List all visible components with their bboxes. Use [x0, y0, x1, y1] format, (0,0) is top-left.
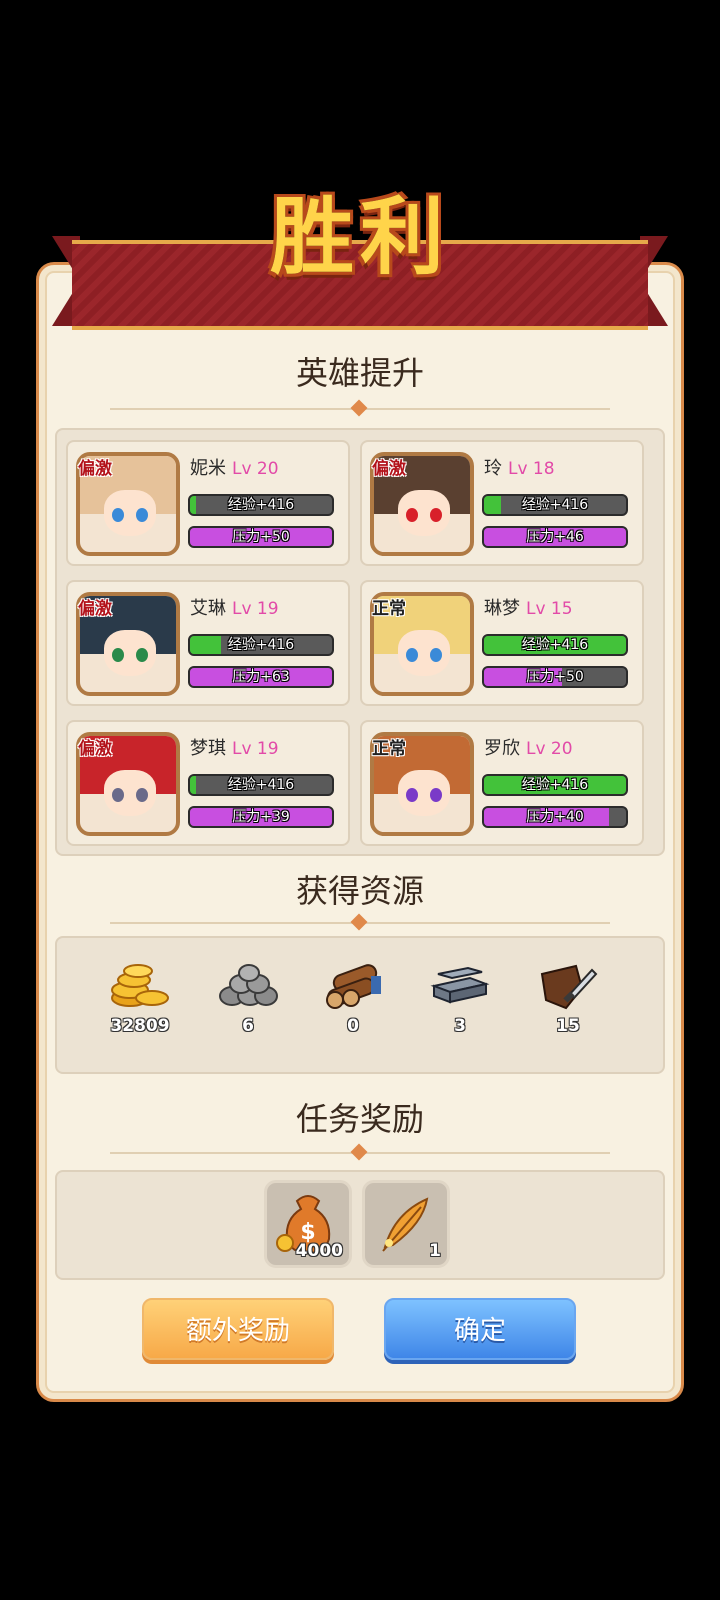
section-title-resources: 获得资源	[295, 872, 424, 910]
exp-bar: 经验+416	[482, 774, 628, 796]
hero-name: 琳梦	[484, 598, 520, 619]
hero-name: 玲	[484, 458, 502, 479]
extra-reward-button[interactable]: 额外奖励	[142, 1298, 334, 1360]
victory-title: 胜利	[269, 188, 450, 286]
hero-level: Lv 18	[508, 459, 555, 479]
hero-card[interactable]: 偏激 艾琳 Lv 19 经验+416 压力+63	[66, 580, 350, 706]
exp-bar: 经验+416	[188, 634, 334, 656]
hero-name: 罗欣	[484, 738, 520, 759]
hero-name-line: 琳梦 Lv 15	[484, 594, 573, 620]
hero-status-tag: 偏激	[78, 459, 112, 479]
hero-status-tag: 偏激	[372, 459, 406, 479]
stress-label: 压力+40	[526, 809, 584, 825]
exp-label: 经验+416	[521, 777, 589, 793]
mission-rewards-box	[55, 1170, 665, 1280]
hero-level: Lv 19	[232, 739, 279, 759]
reward-count: 4000	[295, 1241, 343, 1261]
section-title-heroes: 英雄提升	[295, 354, 424, 392]
resource-count: 15	[556, 1016, 580, 1036]
hero-eye	[136, 788, 148, 802]
hero-eye	[430, 508, 442, 522]
hero-name: 妮米	[190, 458, 226, 479]
hero-name: 梦琪	[190, 738, 226, 759]
exp-label: 经验+416	[227, 777, 295, 793]
hero-name: 艾琳	[190, 598, 226, 619]
confirm-button[interactable]: 确定	[384, 1298, 576, 1360]
hero-level: Lv 15	[526, 599, 573, 619]
resource-wood: 0	[313, 958, 393, 1036]
hero-name-line: 罗欣 Lv 20	[484, 734, 573, 760]
hero-eye	[136, 648, 148, 662]
stress-label: 压力+46	[526, 529, 584, 545]
hero-name-line: 梦琪 Lv 19	[190, 734, 279, 760]
stress-bar: 压力+46	[482, 526, 628, 548]
exp-label: 经验+416	[227, 637, 295, 653]
stress-label: 压力+50	[232, 529, 290, 545]
hero-status-tag: 偏激	[78, 599, 112, 619]
divider	[110, 399, 610, 417]
divider	[110, 1143, 610, 1161]
resource-leather: 15	[528, 958, 608, 1036]
resource-count: 6	[242, 1016, 254, 1036]
hero-status-tag: 正常	[372, 739, 406, 759]
hero-eye	[112, 648, 124, 662]
exp-bar: 经验+416	[188, 774, 334, 796]
section-title-missions: 任务奖励	[295, 1100, 424, 1138]
stress-label: 压力+63	[232, 669, 290, 685]
hero-card[interactable]: 正常 琳梦 Lv 15 经验+416 压力+50	[360, 580, 644, 706]
hero-level: Lv 20	[526, 739, 573, 759]
hero-eye	[430, 648, 442, 662]
leather-icon	[536, 958, 600, 1012]
exp-bar: 经验+416	[482, 634, 628, 656]
reward-item-feather[interactable]: 1	[362, 1180, 450, 1268]
hero-name-line: 艾琳 Lv 19	[190, 594, 279, 620]
stress-bar: 压力+50	[188, 526, 334, 548]
stone-icon	[216, 958, 280, 1012]
resource-stone: 6	[208, 958, 288, 1036]
hero-level: Lv 20	[232, 459, 279, 479]
exp-bar: 经验+416	[188, 494, 334, 516]
hero-name-line: 妮米 Lv 20	[190, 454, 279, 480]
stress-bar: 压力+50	[482, 666, 628, 688]
stress-bar: 压力+39	[188, 806, 334, 828]
resource-count: 32809	[110, 1016, 170, 1036]
hero-eye	[430, 788, 442, 802]
resource-count: 3	[454, 1016, 466, 1036]
hero-card[interactable]: 偏激 梦琪 Lv 19 经验+416 压力+39	[66, 720, 350, 846]
hero-name-line: 玲 Lv 18	[484, 454, 555, 480]
hero-card[interactable]: 偏激 玲 Lv 18 经验+416 压力+46	[360, 440, 644, 566]
divider	[110, 913, 610, 931]
exp-label: 经验+416	[227, 497, 295, 513]
hero-status-tag: 正常	[372, 599, 406, 619]
hero-eye	[406, 648, 418, 662]
stress-label: 压力+50	[526, 669, 584, 685]
resource-count: 0	[347, 1016, 359, 1036]
exp-bar: 经验+416	[482, 494, 628, 516]
resource-gold: 32809	[100, 958, 180, 1036]
hero-eye	[406, 508, 418, 522]
iron-icon	[428, 958, 492, 1012]
hero-eye	[136, 508, 148, 522]
stress-bar: 压力+63	[188, 666, 334, 688]
stress-label: 压力+39	[232, 809, 290, 825]
reward-item-money[interactable]: $ 4000	[264, 1180, 352, 1268]
gold-coins-icon	[108, 958, 172, 1012]
hero-card[interactable]: 正常 罗欣 Lv 20 经验+416 压力+40	[360, 720, 644, 846]
hero-eye	[112, 788, 124, 802]
hero-card[interactable]: 偏激 妮米 Lv 20 经验+416 压力+50	[66, 440, 350, 566]
hero-eye	[406, 788, 418, 802]
hero-status-tag: 偏激	[78, 739, 112, 759]
exp-label: 经验+416	[521, 497, 589, 513]
resource-iron: 3	[420, 958, 500, 1036]
exp-label: 经验+416	[521, 637, 589, 653]
reward-count: 1	[429, 1241, 441, 1261]
stress-bar: 压力+40	[482, 806, 628, 828]
wood-icon	[321, 958, 385, 1012]
hero-level: Lv 19	[232, 599, 279, 619]
hero-eye	[112, 508, 124, 522]
